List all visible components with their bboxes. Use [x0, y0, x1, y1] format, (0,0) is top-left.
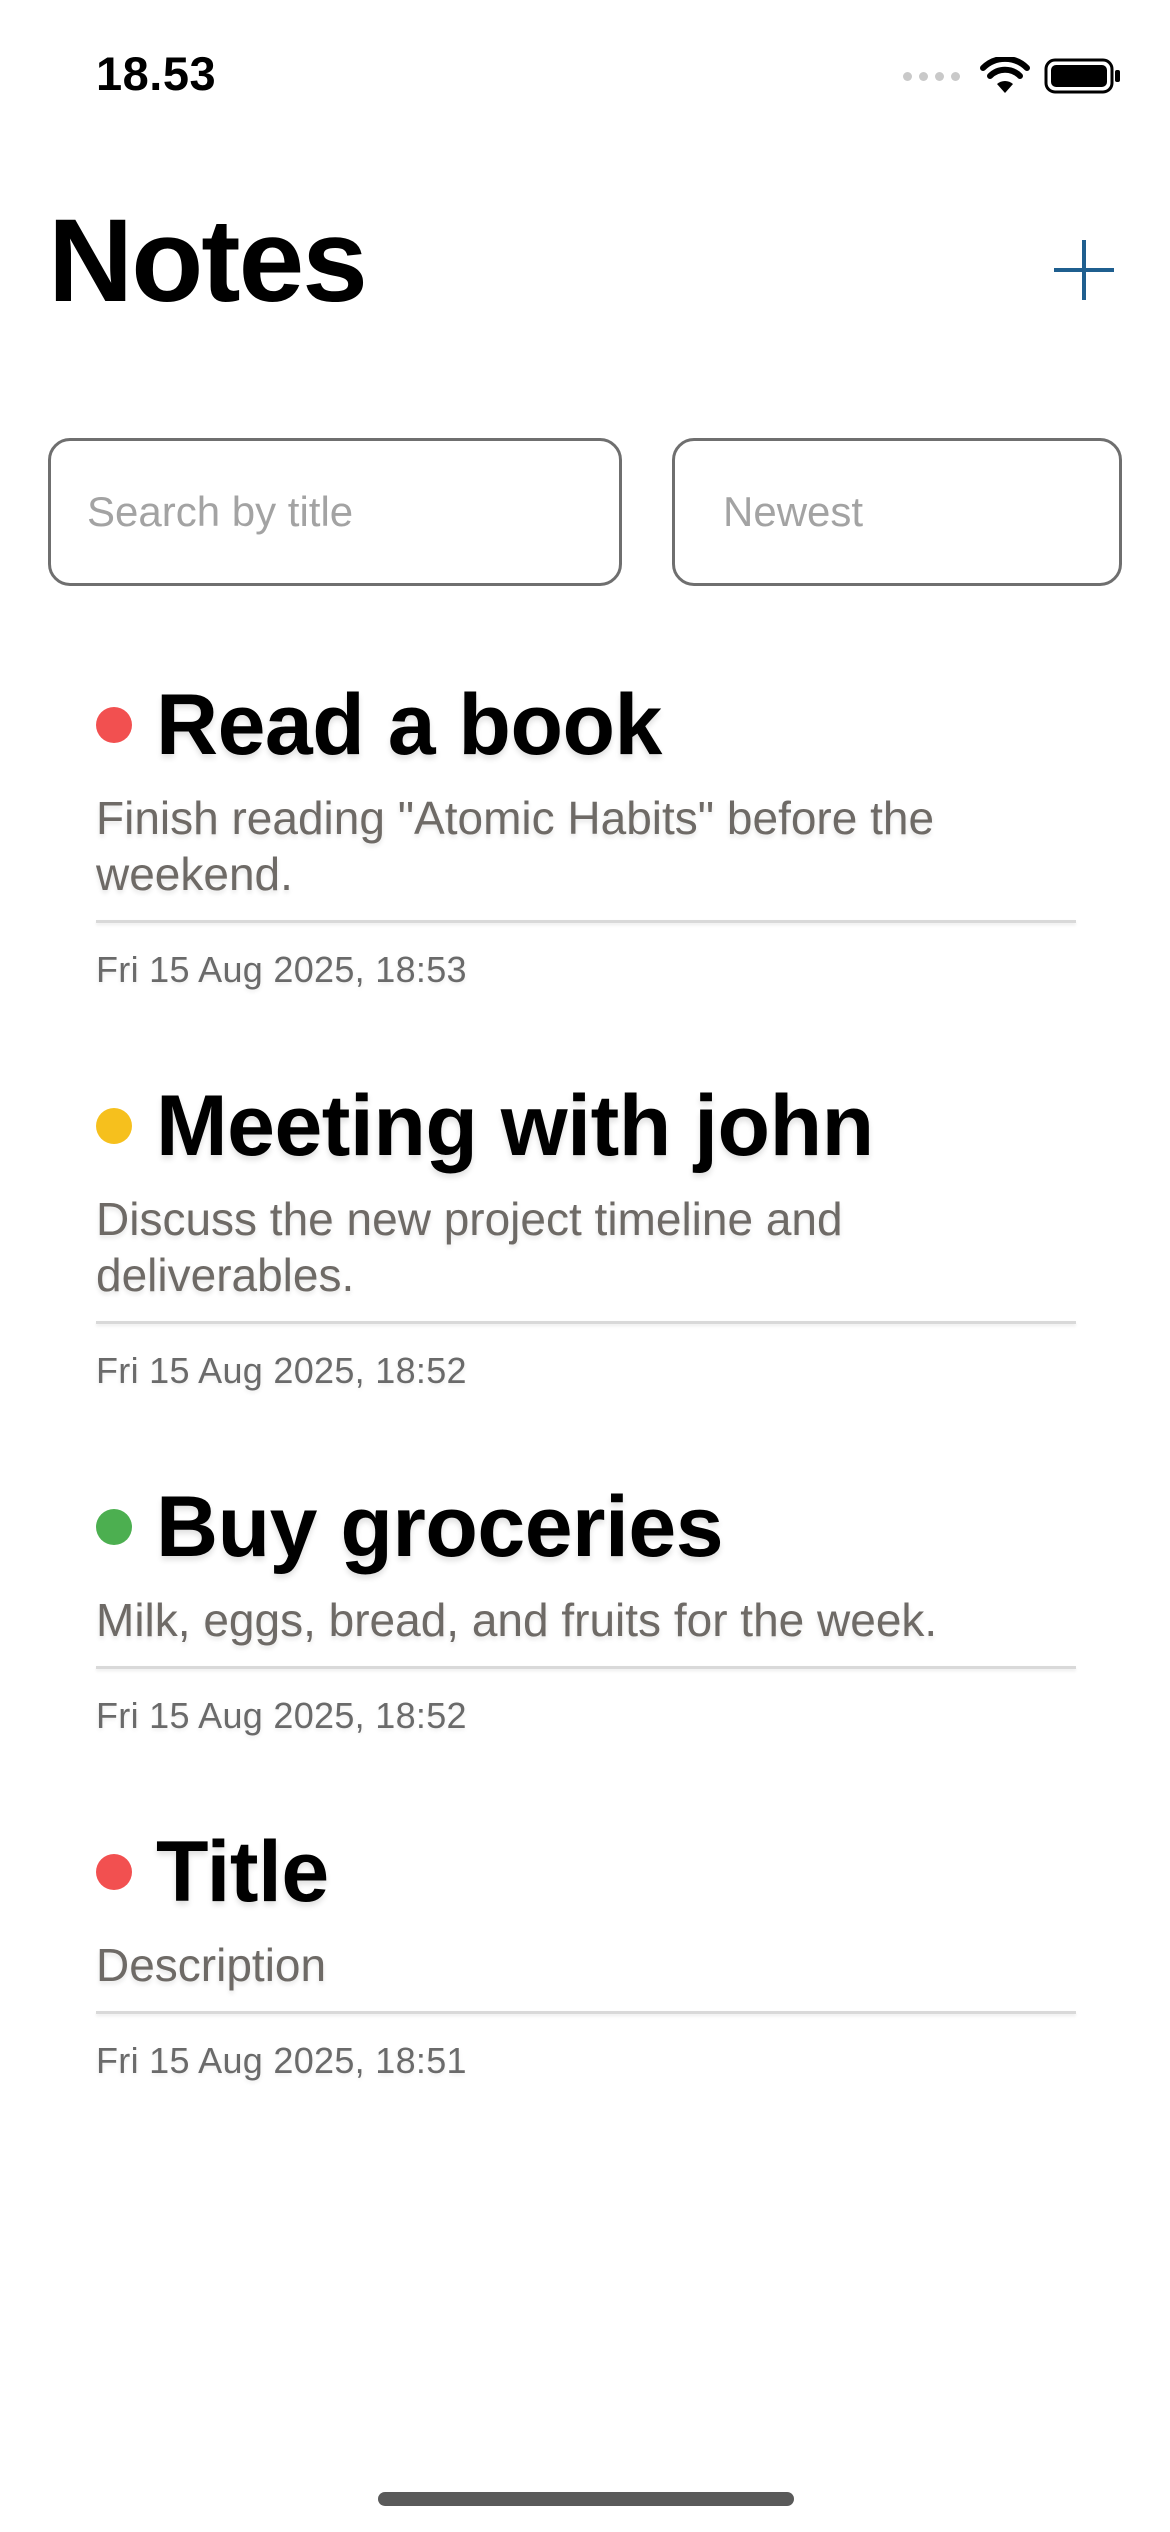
note-title: Buy groceries	[156, 1479, 724, 1575]
page-title: Notes	[48, 195, 368, 327]
search-input[interactable]	[48, 438, 622, 586]
status-icons	[903, 52, 1122, 100]
note-title: Read a book	[156, 677, 662, 773]
divider	[96, 1321, 1076, 1324]
priority-dot	[96, 1108, 132, 1144]
divider	[96, 2011, 1076, 2014]
notes-screen: 18.53 Notes Newest	[0, 0, 1170, 2532]
notes-list: Read a book Finish reading "Atomic Habit…	[0, 660, 1170, 2090]
note-item[interactable]: Meeting with john Discuss the new projec…	[96, 1061, 1076, 1400]
note-date: Fri 15 Aug 2025, 18:53	[96, 949, 467, 990]
priority-dot	[96, 1509, 132, 1545]
note-title: Title	[156, 1824, 329, 1920]
note-description: Finish reading "Atomic Habits" before th…	[96, 792, 935, 900]
priority-dot	[96, 1854, 132, 1890]
note-description: Description	[96, 1939, 327, 1991]
note-date: Fri 15 Aug 2025, 18:52	[96, 1350, 467, 1391]
note-date: Fri 15 Aug 2025, 18:51	[96, 2040, 467, 2081]
note-title: Meeting with john	[156, 1078, 874, 1174]
priority-dot	[96, 707, 132, 743]
divider	[96, 920, 1076, 923]
cellular-signal-icon	[903, 71, 960, 81]
sort-select-value: Newest	[723, 488, 864, 535]
home-indicator[interactable]	[378, 2492, 794, 2506]
note-item[interactable]: Read a book Finish reading "Atomic Habit…	[96, 660, 1076, 999]
sort-select[interactable]: Newest	[672, 438, 1122, 586]
note-date: Fri 15 Aug 2025, 18:52	[96, 1695, 467, 1736]
divider	[96, 1666, 1076, 1669]
wifi-icon	[980, 57, 1030, 95]
add-note-button[interactable]	[1054, 240, 1114, 300]
note-item[interactable]: Buy groceries Milk, eggs, bread, and fru…	[96, 1462, 1076, 1745]
note-item[interactable]: Title Description Fri 15 Aug 2025, 18:51	[96, 1807, 1076, 2090]
note-description: Discuss the new project timeline and del…	[96, 1193, 843, 1301]
status-time: 18.53	[96, 47, 217, 100]
note-description: Milk, eggs, bread, and fruits for the we…	[96, 1594, 938, 1646]
battery-icon	[1044, 58, 1122, 94]
